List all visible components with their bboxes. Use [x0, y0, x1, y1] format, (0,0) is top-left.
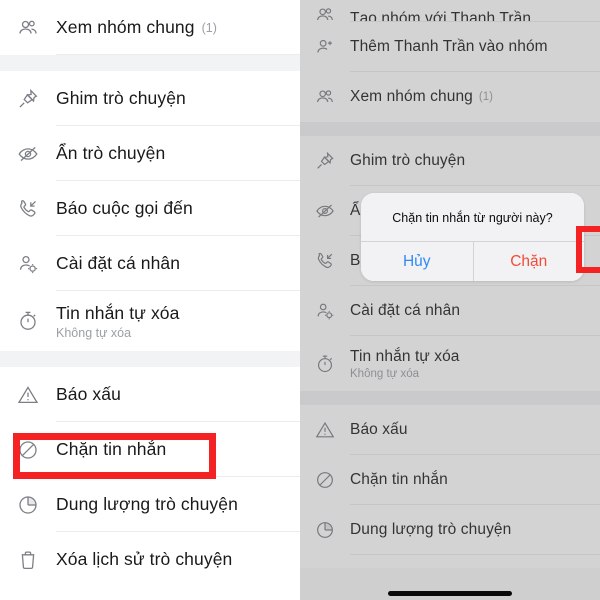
menu-item-labels: Tin nhắn tự xóa Không tự xóa	[56, 303, 179, 340]
menu-item-chan-tin-nhan[interactable]: Chặn tin nhắn	[0, 422, 300, 477]
menu-item-labels: Xóa lịch sử trò chuyện	[56, 549, 232, 570]
menu-item-tin-nhan-tu-xoa[interactable]: Tin nhắn tự xóa Không tự xóa	[0, 291, 300, 351]
block-circle-icon	[16, 438, 56, 462]
menu-item-title: Xóa lịch sử trò chuyện	[56, 549, 233, 569]
menu-item-title: Chặn tin nhắn	[56, 439, 167, 459]
dialog-body: Chặn tin nhắn từ người này? Hủy Chặn	[361, 193, 584, 282]
pin-icon	[16, 87, 56, 111]
menu-item-title: Cài đặt cá nhân	[56, 253, 181, 273]
menu-item-title: Tin nhắn tự xóa	[56, 302, 180, 323]
menu-item-title: Báo xấu	[56, 384, 121, 404]
menu-item-dung-luong-tro-chuyen[interactable]: Dung lượng trò chuyện	[0, 477, 300, 532]
left-menu-list: Xem nhóm chung (1) Ghim trò chuyện Ẩn tr…	[0, 0, 300, 587]
menu-item-title: Ghim trò chuyện	[56, 88, 186, 108]
menu-item-count: (1)	[201, 20, 217, 35]
group-people-icon	[16, 16, 56, 40]
menu-item-title: Ẩn trò chuyện	[56, 143, 166, 163]
menu-item-labels: Báo xấu	[56, 384, 121, 405]
dialog-cancel-button[interactable]: Hủy	[361, 242, 473, 282]
menu-item-xoa-lich-su-tro-chuyen[interactable]: Xóa lịch sử trò chuyện	[0, 532, 300, 587]
warning-triangle-icon	[16, 383, 56, 407]
menu-item-cai-dat-ca-nhan[interactable]: Cài đặt cá nhân	[0, 236, 300, 291]
pie-chart-icon	[16, 493, 56, 517]
block-messages-confirm-dialog: Chặn tin nhắn từ người này? Hủy Chặn	[361, 193, 600, 282]
menu-item-title: Xem nhóm chung	[56, 17, 195, 37]
group-separator-band	[0, 55, 300, 71]
dialog-layer: Chặn tin nhắn từ người này? Hủy Chặn	[300, 0, 600, 600]
menu-item-subtitle: Không tự xóa	[56, 325, 132, 340]
left-phone-panel: Xem nhóm chung (1) Ghim trò chuyện Ẩn tr…	[0, 0, 300, 600]
group-separator-band	[0, 351, 300, 367]
phone-incoming-icon	[16, 197, 56, 221]
menu-item-labels: Ghim trò chuyện	[56, 88, 186, 109]
menu-item-an-tro-chuyen[interactable]: Ẩn trò chuyện	[0, 126, 300, 181]
eye-slash-icon	[16, 142, 56, 166]
dialog-confirm-button[interactable]: Chặn	[472, 242, 584, 282]
menu-item-title: Dung lượng trò chuyện	[56, 494, 238, 514]
person-gear-icon	[16, 252, 56, 276]
menu-item-labels: Chặn tin nhắn	[56, 439, 166, 460]
menu-item-xem-nhom-chung[interactable]: Xem nhóm chung (1)	[0, 0, 300, 55]
menu-item-bao-xau[interactable]: Báo xấu	[0, 367, 300, 422]
right-phone-panel: Tạo nhóm với Thanh Trần Thêm Thanh Trần …	[300, 0, 600, 600]
menu-item-labels: Báo cuộc gọi đến	[56, 198, 193, 219]
menu-item-title: Báo cuộc gọi đến	[56, 198, 193, 218]
menu-item-labels: Xem nhóm chung	[56, 17, 195, 38]
menu-item-bao-cuoc-goi-den[interactable]: Báo cuộc gọi đến	[0, 181, 300, 236]
two-phone-screenshot-comparison: Xem nhóm chung (1) Ghim trò chuyện Ẩn tr…	[0, 0, 600, 600]
timer-icon	[16, 309, 56, 333]
menu-item-ghim-tro-chuyen[interactable]: Ghim trò chuyện	[0, 71, 300, 126]
dialog-actions: Hủy Chặn	[361, 241, 584, 282]
menu-item-labels: Dung lượng trò chuyện	[56, 494, 238, 515]
dialog-message: Chặn tin nhắn từ người này?	[392, 211, 553, 225]
trash-icon	[16, 548, 56, 572]
menu-item-labels: Cài đặt cá nhân	[56, 253, 180, 274]
menu-item-labels: Ẩn trò chuyện	[56, 143, 165, 164]
